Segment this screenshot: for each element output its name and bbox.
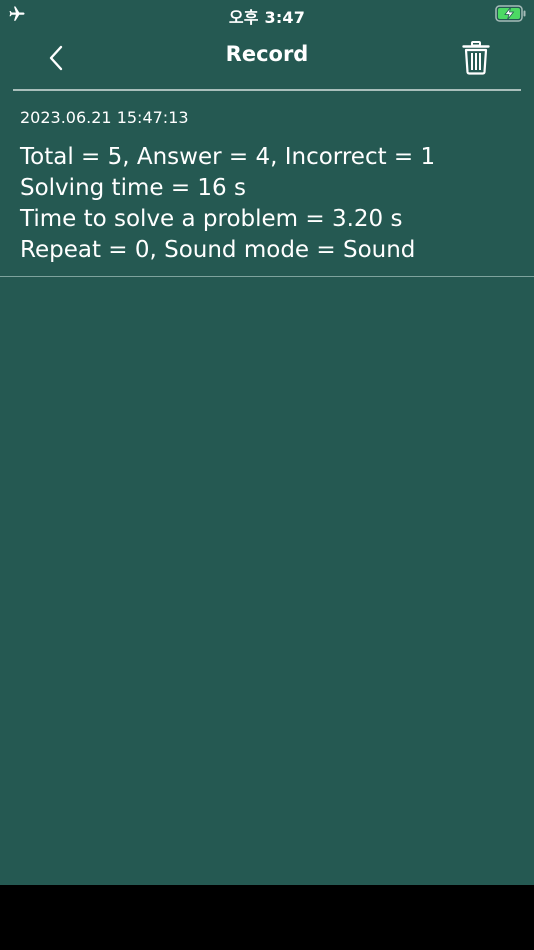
status-bar: 오후 3:47: [0, 0, 534, 28]
page-title: Record: [225, 42, 309, 66]
record-date: 2023.06.21 15:47:13: [20, 108, 189, 127]
record-line-repeat-sound: Repeat = 0, Sound mode = Sound: [20, 237, 416, 263]
nav-bar: Record: [0, 28, 534, 88]
battery-charging-icon: [495, 5, 526, 22]
record-details: Total = 5, Answer = 4, Incorrect = 1 Sol…: [20, 142, 435, 266]
record-divider: [0, 276, 534, 277]
record-line-solving-time: Solving time = 16 s: [20, 175, 246, 201]
record-line-time-per-problem: Time to solve a problem = 3.20 s: [20, 206, 403, 232]
record-line-totals: Total = 5, Answer = 4, Incorrect = 1: [20, 144, 436, 170]
bottom-black-bar: [0, 885, 534, 950]
header-divider: [13, 89, 521, 91]
trash-icon: [462, 41, 490, 75]
status-time: 오후 3:47: [228, 8, 306, 27]
delete-button[interactable]: [458, 38, 494, 78]
record-item[interactable]: 2023.06.21 15:47:13 Total = 5, Answer = …: [0, 100, 534, 277]
record-screen: 오후 3:47 Record 2023.06.21 15:47:13 Total…: [0, 0, 534, 885]
